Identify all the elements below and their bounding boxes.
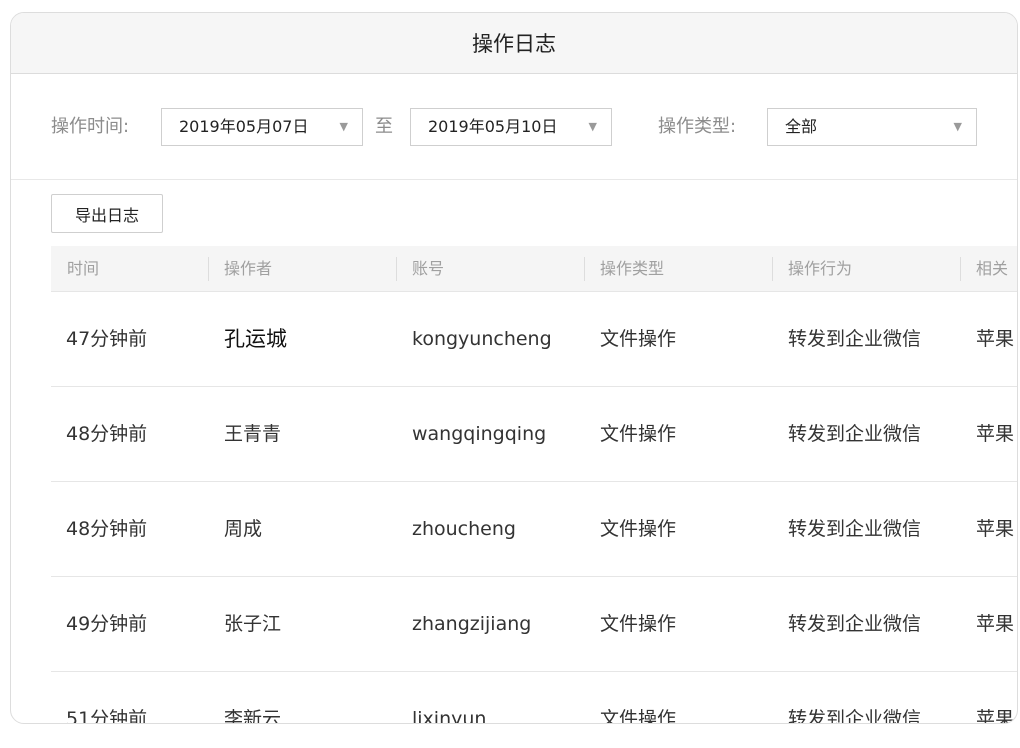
operation-type-select[interactable]: 全部 ▼	[767, 108, 977, 146]
cell-type: 文件操作	[600, 708, 677, 724]
time-filter-label: 操作时间:	[51, 116, 130, 137]
table-row[interactable]: 48分钟前 周成 zhoucheng 文件操作 转发到企业微信 苹果	[51, 482, 1017, 577]
cell-operator: 孔运城	[224, 327, 287, 351]
operation-type-value: 全部	[785, 117, 818, 136]
table-row[interactable]: 51分钟前 李新云 lixinyun 文件操作 转发到企业微信 苹果	[51, 672, 1017, 724]
dropdown-arrow-icon: ▼	[953, 120, 962, 133]
cell-time: 48分钟前	[66, 518, 148, 540]
column-header-action: 操作行为	[788, 259, 853, 278]
cell-action: 转发到企业微信	[788, 423, 922, 445]
cell-account: zhangzijiang	[412, 613, 532, 635]
column-header-account: 账号	[412, 259, 445, 278]
cell-action: 转发到企业微信	[788, 708, 922, 724]
cell-action: 转发到企业微信	[788, 518, 922, 540]
column-header-type: 操作类型	[600, 259, 665, 278]
cell-time: 47分钟前	[66, 328, 148, 350]
filter-bar: 操作时间: 2019年05月07日 ▼ 至 2019年05月10日 ▼ 操作类型…	[11, 75, 1017, 180]
column-divider	[960, 257, 961, 281]
table-body: 47分钟前 孔运城 kongyuncheng 文件操作 转发到企业微信 苹果 4…	[51, 292, 1017, 724]
cell-time: 51分钟前	[66, 708, 148, 724]
dropdown-arrow-icon: ▼	[339, 120, 348, 133]
cell-related: 苹果	[976, 613, 1015, 635]
cell-time: 49分钟前	[66, 613, 148, 635]
end-date-value: 2019年05月10日	[428, 117, 558, 136]
cell-related: 苹果	[976, 423, 1015, 445]
cell-account: zhoucheng	[412, 518, 516, 540]
cell-account: kongyuncheng	[412, 328, 552, 350]
title-bar: 操作日志	[11, 13, 1017, 74]
end-date-select[interactable]: 2019年05月10日 ▼	[410, 108, 612, 146]
cell-type: 文件操作	[600, 613, 677, 635]
cell-type: 文件操作	[600, 328, 677, 350]
table-row[interactable]: 49分钟前 张子江 zhangzijiang 文件操作 转发到企业微信 苹果	[51, 577, 1017, 672]
column-header-operator: 操作者	[224, 259, 273, 278]
column-divider	[396, 257, 397, 281]
date-range-separator: 至	[375, 116, 393, 137]
type-filter-label: 操作类型:	[658, 116, 737, 137]
cell-related: 苹果	[976, 518, 1015, 540]
cell-related: 苹果	[976, 328, 1015, 350]
cell-operator: 周成	[224, 518, 263, 540]
cell-account: lixinyun	[412, 708, 487, 724]
table-header: 时间 操作者 账号 操作类型 操作行为 相关	[51, 246, 1017, 292]
cell-related: 苹果	[976, 708, 1015, 724]
start-date-select[interactable]: 2019年05月07日 ▼	[161, 108, 363, 146]
cell-operator: 张子江	[224, 613, 282, 635]
cell-account: wangqingqing	[412, 423, 547, 445]
column-divider	[208, 257, 209, 281]
page-title: 操作日志	[472, 32, 556, 56]
column-header-related: 相关	[976, 259, 1009, 278]
cell-operator: 李新云	[224, 708, 282, 724]
start-date-value: 2019年05月07日	[179, 117, 309, 136]
cell-operator: 王青青	[224, 423, 282, 445]
cell-action: 转发到企业微信	[788, 328, 922, 350]
app-window: 操作日志 操作时间: 2019年05月07日 ▼ 至 2019年05月10日 ▼…	[10, 12, 1018, 724]
cell-action: 转发到企业微信	[788, 613, 922, 635]
column-divider	[772, 257, 773, 281]
export-log-button[interactable]: 导出日志	[51, 194, 163, 233]
dropdown-arrow-icon: ▼	[588, 120, 597, 133]
cell-time: 48分钟前	[66, 423, 148, 445]
column-header-time: 时间	[67, 259, 100, 278]
table-row[interactable]: 48分钟前 王青青 wangqingqing 文件操作 转发到企业微信 苹果	[51, 387, 1017, 482]
cell-type: 文件操作	[600, 518, 677, 540]
column-divider	[584, 257, 585, 281]
table-row[interactable]: 47分钟前 孔运城 kongyuncheng 文件操作 转发到企业微信 苹果	[51, 292, 1017, 387]
cell-type: 文件操作	[600, 423, 677, 445]
